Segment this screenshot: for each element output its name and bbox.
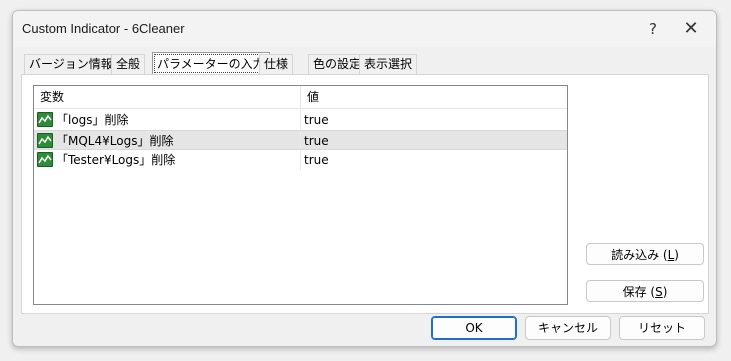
save-button-key: S xyxy=(655,285,663,299)
column-divider xyxy=(300,150,301,170)
row-value[interactable]: true xyxy=(304,150,329,170)
table-row[interactable]: 「Tester¥Logs」削除 true xyxy=(34,150,567,170)
table-row[interactable]: 「logs」削除 true xyxy=(34,110,567,130)
tab-specification[interactable]: 仕様 xyxy=(259,54,294,74)
column-header-value[interactable]: 値 xyxy=(301,86,319,108)
row-value[interactable]: true xyxy=(304,110,329,130)
tab-display[interactable]: 表示選択 xyxy=(359,54,418,74)
parameters-list[interactable]: 変数 値 「logs」削除 true 「MQL4¥Logs」削除 true 「T… xyxy=(33,85,568,305)
row-variable-name: 「logs」削除 xyxy=(56,113,129,127)
tab-colors[interactable]: 色の設定 xyxy=(308,54,367,74)
save-button-suffix: ) xyxy=(662,285,668,299)
row-variable-name: 「MQL4¥Logs」削除 xyxy=(56,134,174,148)
ok-button[interactable]: OK xyxy=(431,316,517,340)
tab-general[interactable]: 全般 xyxy=(111,54,146,74)
column-divider xyxy=(300,131,301,149)
column-header-variable[interactable]: 変数 xyxy=(34,86,64,108)
reset-button[interactable]: リセット xyxy=(619,316,705,340)
save-button[interactable]: 保存 (S) xyxy=(586,280,704,302)
tab-version-info[interactable]: バージョン情報 xyxy=(24,54,118,74)
window-title: Custom Indicator - 6Cleaner xyxy=(22,21,185,36)
load-button-label: 読み込み ( xyxy=(611,248,668,262)
help-button[interactable]: ? xyxy=(633,15,673,43)
chart-wave-icon xyxy=(37,112,53,127)
custom-indicator-dialog: Custom Indicator - 6Cleaner ? ✕ バージョン情報 … xyxy=(12,10,717,347)
close-button[interactable]: ✕ xyxy=(671,15,711,43)
tab-parameters[interactable]: パラメーターの入力 xyxy=(152,52,270,75)
table-row[interactable]: 「MQL4¥Logs」削除 true xyxy=(34,130,567,150)
row-value[interactable]: true xyxy=(304,131,329,151)
chart-wave-icon xyxy=(37,133,53,148)
load-button-suffix: ) xyxy=(674,248,679,262)
column-divider xyxy=(300,110,301,130)
cancel-button[interactable]: キャンセル xyxy=(525,316,611,340)
chart-wave-icon xyxy=(37,152,53,167)
list-header: 変数 値 xyxy=(34,86,567,109)
row-variable-name: 「Tester¥Logs」削除 xyxy=(56,153,176,167)
title-bar: Custom Indicator - 6Cleaner ? ✕ xyxy=(13,11,716,47)
load-button[interactable]: 読み込み (L) xyxy=(586,243,704,265)
save-button-label: 保存 ( xyxy=(622,285,656,299)
parameters-panel: 変数 値 「logs」削除 true 「MQL4¥Logs」削除 true 「T… xyxy=(21,74,709,314)
